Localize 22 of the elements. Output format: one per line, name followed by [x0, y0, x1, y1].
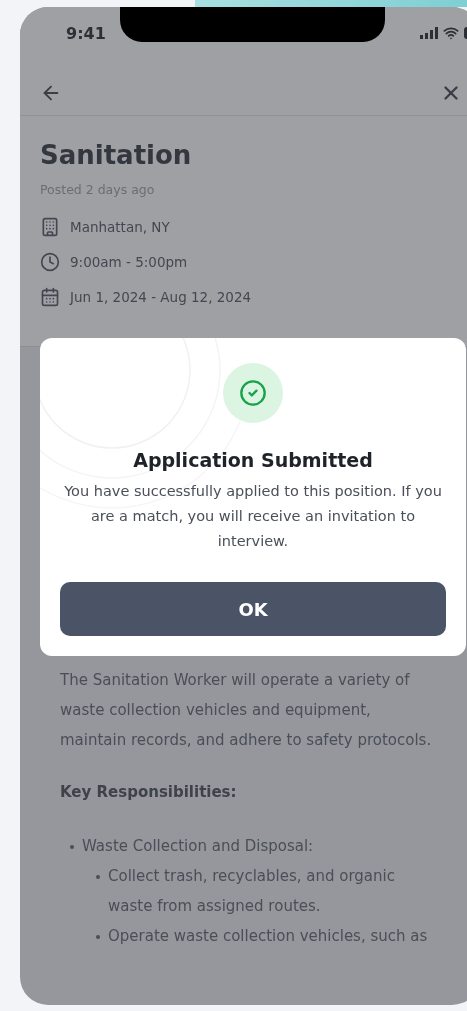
bullet-icon	[70, 845, 74, 849]
signal-icon	[420, 27, 438, 39]
job-detail: 9:00am - 5:00pm	[70, 253, 188, 270]
list-item-text: Waste Collection and Disposal:	[82, 836, 315, 857]
building-icon	[40, 216, 60, 237]
job-detail: Jun 1, 2024 - Aug 12, 2024	[70, 288, 252, 305]
dialog-message: You have successfully applied to this position. If you are a match, you will receive an invitation to interview.	[63, 482, 443, 551]
description-paragraph: The Sanitation Worker will operate a variety of waste collection vehicles and equipment, maintain records, and adhere to safety protocols.	[60, 670, 433, 751]
list-item-text: Operate waste collection vehicles, such as	[108, 926, 429, 947]
section-heading: Key Responsibilities:	[60, 783, 238, 801]
clock-icon	[40, 251, 60, 272]
dialog-title: Application Submitted	[133, 449, 373, 471]
wifi-icon	[443, 25, 459, 41]
check-circle-icon	[239, 379, 267, 407]
calendar-icon	[40, 286, 60, 307]
job-title: Sanitation	[40, 140, 193, 170]
job-detail: Manhattan, NY	[70, 218, 170, 235]
status-time: 9:41	[66, 23, 106, 43]
bullet-icon	[96, 935, 100, 939]
ok-button[interactable]: OK	[60, 582, 446, 636]
bullet-icon	[96, 875, 100, 879]
list-item-text: Collect trash, recyclables, and organic waste from assigned routes.	[108, 866, 396, 917]
